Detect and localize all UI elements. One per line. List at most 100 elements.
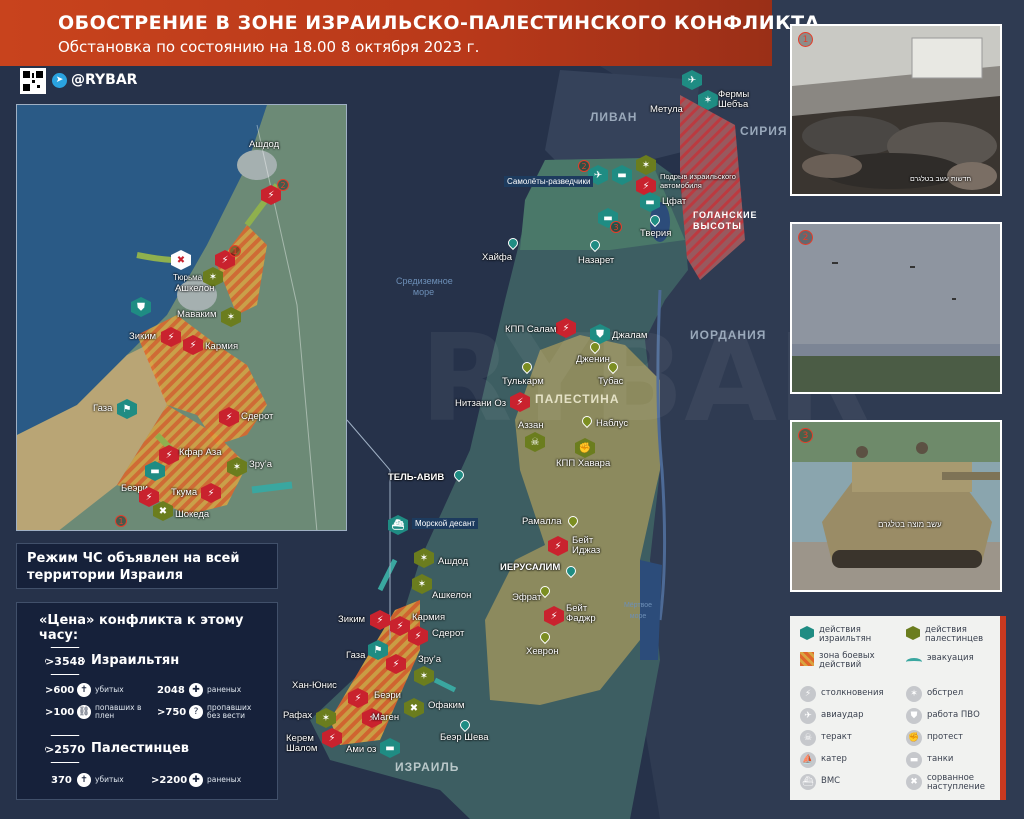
telegram-icon: ➤ <box>52 72 67 88</box>
legend-evacuation: эвакуация <box>906 654 998 666</box>
pal-killed-text: убитых <box>95 775 124 784</box>
label-havara: КПП Хавара <box>556 458 611 469</box>
evacuation-arrow-icon <box>906 658 922 666</box>
country-lebanon: ЛИВАН <box>590 110 638 124</box>
photo-3[interactable]: 3 עשב מוצה בטלגרם <box>790 420 1002 592</box>
label-tulkarm: Тулькарм <box>502 376 544 387</box>
inset-label-sderot: Сдерот <box>241 411 274 422</box>
failed-attack-icon: ✖ <box>906 774 922 790</box>
isr-missing-count: >750 <box>157 707 187 718</box>
label-gaza: Газа <box>346 650 366 661</box>
page-subtitle: Обстановка по состоянию на 18.00 8 октяб… <box>58 38 480 56</box>
photo-ref-2[interactable]: 2 <box>578 160 590 172</box>
legend-isr-actions: действия израильтян <box>800 626 900 644</box>
inset-label-shokeda: Шокеда <box>175 509 210 520</box>
inset-label-tkuma: Ткума <box>171 487 198 498</box>
boat-icon: ⛵ <box>800 752 816 768</box>
casualties-title: «Цена» конфликта к этому часу: <box>39 613 244 643</box>
isr-killed-text: убитых <box>95 685 124 694</box>
inset-label-gaza: Газа <box>93 403 113 414</box>
legend-air-defense: ⛊ работа ПВО <box>906 708 998 724</box>
label-zikim: Зиким <box>338 614 366 625</box>
label-tsfat: Цфат <box>662 196 687 207</box>
pal-hex-icon <box>906 626 920 640</box>
legend-accent-bar <box>1000 616 1006 800</box>
inset-label-zrua: Зру’а <box>249 459 273 470</box>
brand-link[interactable]: ➤ @RYBAR <box>52 72 137 88</box>
tank-icon: ▬ <box>906 752 922 768</box>
brand-name: @RYBAR <box>71 72 138 88</box>
pal-wounded-count: >2200 <box>151 775 188 786</box>
shelling-icon: ✶ <box>906 686 922 702</box>
inset-photo-ref-1b[interactable]: 1 <box>115 515 127 527</box>
label-nazareth: Назарет <box>578 255 615 266</box>
photo-1-caption: חדשות עשב בטלגרם <box>910 176 972 183</box>
inset-photo-ref-2[interactable]: 2 <box>277 179 289 191</box>
label-ashkelon: Ашкелон <box>432 590 472 601</box>
label-ashdod: Ашдод <box>438 556 469 567</box>
label-karmia: Кармия <box>412 612 446 623</box>
label-naval: Морской десант <box>412 518 479 529</box>
isr-missing-text: пропавших без вести <box>207 703 252 720</box>
wounded-icon: ✚ <box>189 683 203 697</box>
legend-clash: ⚡ столкновения <box>800 686 900 702</box>
protest-icon: ✊ <box>906 730 922 746</box>
label-khan-yunis: Хан-Юнис <box>292 680 337 691</box>
sea-mediterranean: Средиземное море <box>396 276 453 297</box>
label-nitzani: Нитзани Оз <box>455 398 507 409</box>
country-israel: ИЗРАИЛЬ <box>395 760 460 774</box>
photo-2-number: 2 <box>798 230 813 245</box>
palestine-total-badge: >2570 <box>45 735 85 763</box>
qr-code-icon[interactable] <box>20 68 46 94</box>
photo-1[interactable]: 1 חדשות עשב בטלגרם <box>790 24 1002 196</box>
inset-label-ashkelon: Ашкелон <box>175 283 215 294</box>
inset-label-prison: Тюрьма <box>173 273 203 282</box>
pal-killed-count: 370 <box>51 775 72 786</box>
label-beer-sheva: Беэр Шева <box>440 732 489 743</box>
label-beeri: Беэри <box>374 690 401 701</box>
isr-captive-text: попавших в плен <box>95 703 142 720</box>
page-title: ОБОСТРЕНИЕ В ЗОНЕ ИЗРАИЛЬСКО-ПАЛЕСТИНСКО… <box>58 12 820 34</box>
legend-boat: ⛵ катер <box>800 752 900 768</box>
airstrike-icon: ✈ <box>800 708 816 724</box>
inset-label-kfar-aza: Кфар Аза <box>179 447 222 458</box>
inset-map: Ашдод ⚡ 2 ✖ Тюрьма ⚡ 1 ✶ Ашкелон ⛊ ✶ Мав… <box>16 104 347 531</box>
captive-icon: ⛓ <box>77 705 91 719</box>
clash-icon: ⚡ <box>800 686 816 702</box>
country-golan: ГОЛАНСКИЕ ВЫСОТЫ <box>693 210 758 231</box>
label-beit-fajar: Бейт Фаджр <box>566 603 596 624</box>
label-azzan: Аззан <box>518 420 544 431</box>
terror-icon: ☠ <box>800 730 816 746</box>
label-ami-oz: Ами оз <box>346 744 377 755</box>
israel-total-badge: >3548 <box>45 647 85 675</box>
label-rafah: Рафах <box>283 710 313 721</box>
label-scouts: Самолёты-разведчики <box>504 176 594 187</box>
killed-icon: ✝ <box>77 683 91 697</box>
label-tiberias: Тверия <box>640 228 672 239</box>
isr-hex-icon <box>800 626 814 640</box>
emergency-notice: Режим ЧС объявлен на всей территории Изр… <box>16 543 278 589</box>
label-zrua: Зру’а <box>418 654 442 665</box>
photo-2[interactable]: 2 <box>790 222 1002 394</box>
missing-icon: ? <box>189 705 203 719</box>
label-blast: Подрыв израильского автомобиля <box>660 172 736 190</box>
inset-label-zikim: Зиким <box>129 331 157 342</box>
pal-killed-icon: ✝ <box>77 773 91 787</box>
navy-icon: ⛴ <box>800 774 816 790</box>
legend-pal-actions: действия палестинцев <box>906 626 998 644</box>
legend-tanks: ▬ танки <box>906 752 998 768</box>
legend-failed: ✖ сорванное наступление <box>906 774 998 792</box>
palestine-label: Палестинцев <box>91 741 190 756</box>
legend-navy: ⛴ ВМС <box>800 774 900 790</box>
country-palestine: ПАЛЕСТИНА <box>535 392 620 406</box>
isr-wounded-text: раненых <box>207 685 242 694</box>
label-tubas: Тубас <box>598 376 624 387</box>
isr-captive-count: >100 <box>45 707 75 718</box>
photo-1-image <box>792 26 1000 194</box>
photo-1-number: 1 <box>798 32 813 47</box>
label-ramallah: Рамалла <box>522 516 562 527</box>
inset-photo-ref-1[interactable]: 1 <box>229 245 241 257</box>
legend-protest: ✊ протест <box>906 730 998 746</box>
photo-ref-3[interactable]: 3 <box>610 221 622 233</box>
label-jalam: Джалам <box>612 330 648 341</box>
